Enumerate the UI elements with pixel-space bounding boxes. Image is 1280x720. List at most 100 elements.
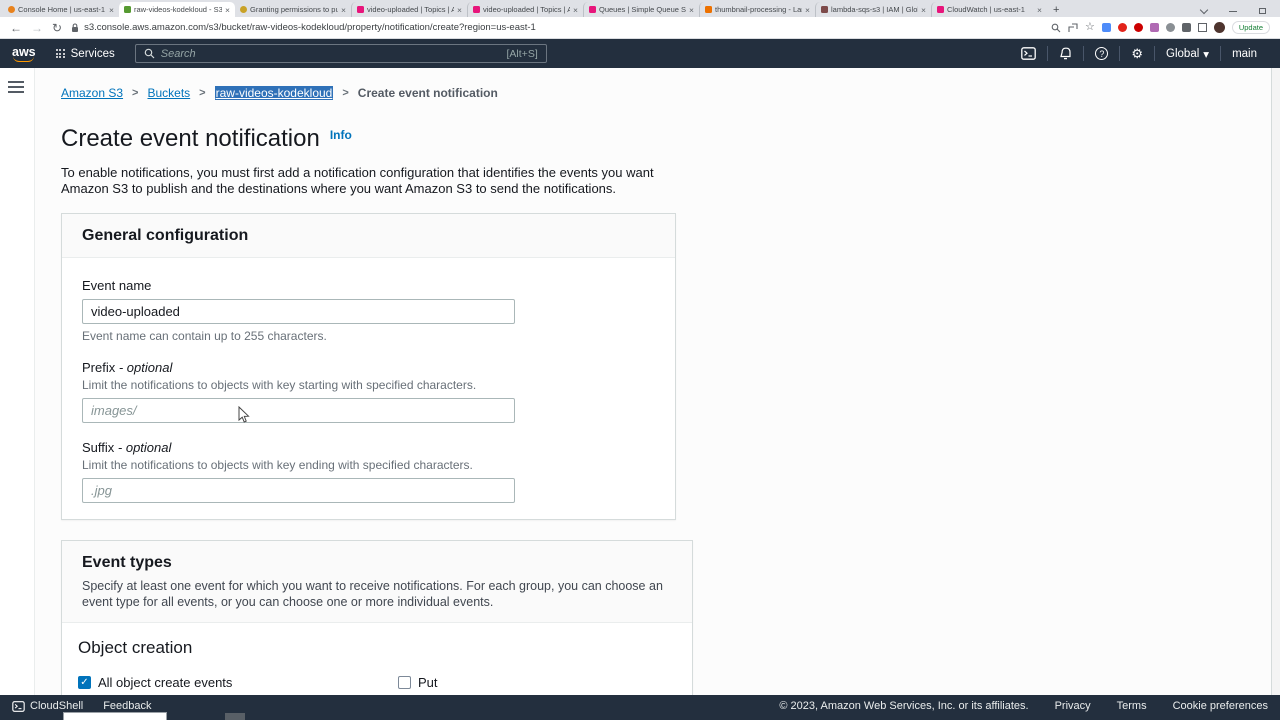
browser-tab[interactable]: video-uploaded | Topics | Ama × bbox=[467, 2, 583, 17]
tab-favicon-icon bbox=[589, 6, 596, 13]
breadcrumb-separator-icon: > bbox=[342, 87, 348, 99]
feedback-link[interactable]: Feedback bbox=[103, 700, 151, 712]
page-title: Create event notification Info bbox=[61, 125, 1280, 153]
forward-icon[interactable]: → bbox=[31, 22, 43, 34]
tab-close-icon[interactable]: × bbox=[689, 5, 694, 15]
all-object-create-events-checkbox[interactable]: ✓ All object create events bbox=[78, 675, 398, 690]
extensions-puzzle-icon[interactable] bbox=[1182, 23, 1191, 32]
account-menu[interactable]: main bbox=[1221, 39, 1268, 68]
back-icon[interactable]: ← bbox=[10, 22, 22, 34]
browser-update-button[interactable]: Update bbox=[1232, 21, 1270, 34]
tab-favicon-icon bbox=[357, 6, 364, 13]
tab-close-icon[interactable]: × bbox=[109, 5, 114, 15]
cloudshell-button[interactable] bbox=[1010, 39, 1047, 68]
tab-favicon-icon bbox=[705, 6, 712, 13]
services-menu[interactable]: Services bbox=[56, 48, 115, 60]
bookmark-star-icon[interactable]: ☆ bbox=[1085, 22, 1095, 33]
breadcrumb-separator-icon: > bbox=[132, 87, 138, 99]
search-shortcut: [Alt+S] bbox=[507, 48, 538, 60]
tab-close-icon[interactable]: × bbox=[225, 5, 230, 15]
extension-icon[interactable] bbox=[1150, 23, 1159, 32]
browser-tab[interactable]: thumbnail-processing - Lambda × bbox=[699, 2, 815, 17]
new-tab-button[interactable]: + bbox=[1053, 4, 1059, 16]
suffix-group: Suffix - optional Limit the notification… bbox=[82, 440, 655, 503]
zoom-icon[interactable] bbox=[1051, 23, 1061, 33]
side-panel-strip bbox=[0, 68, 35, 695]
hamburger-menu-icon[interactable] bbox=[8, 81, 24, 96]
breadcrumb-buckets[interactable]: Buckets bbox=[147, 86, 190, 100]
extension-icon[interactable] bbox=[1166, 23, 1175, 32]
object-creation-heading: Object creation bbox=[78, 638, 676, 658]
extension-icon[interactable] bbox=[1134, 23, 1143, 32]
cloudshell-terminal-icon bbox=[1021, 47, 1036, 60]
prefix-input[interactable] bbox=[82, 398, 515, 423]
suffix-input[interactable] bbox=[82, 478, 515, 503]
services-grid-icon bbox=[56, 49, 65, 58]
prefix-group: Prefix - optional Limit the notification… bbox=[82, 360, 655, 423]
browser-tab[interactable]: video-uploaded | Topics | Ama × bbox=[351, 2, 467, 17]
url-text: s3.console.aws.amazon.com/s3/bucket/raw-… bbox=[84, 22, 536, 33]
address-bar[interactable]: s3.console.aws.amazon.com/s3/bucket/raw-… bbox=[71, 22, 1042, 33]
profile-frame-icon[interactable] bbox=[1198, 23, 1207, 32]
nav-right-cluster: ? ⚙ Global ▾ main bbox=[1010, 39, 1268, 68]
breadcrumb-current-page: Create event notification bbox=[358, 86, 498, 100]
tab-favicon-icon bbox=[124, 6, 131, 13]
gear-icon: ⚙ bbox=[1131, 47, 1143, 60]
browser-tab[interactable]: lambda-sqs-s3 | IAM | Global × bbox=[815, 2, 931, 17]
cloudshell-footer-button[interactable]: CloudShell bbox=[12, 700, 83, 712]
window-controls bbox=[1201, 8, 1280, 17]
maximize-icon[interactable] bbox=[1259, 8, 1266, 14]
tab-title: lambda-sqs-s3 | IAM | Global bbox=[831, 5, 918, 14]
browser-tab[interactable]: raw-videos-kodekloud - S3 bu × bbox=[119, 2, 235, 17]
browser-tab[interactable]: Console Home | us-east-1 × bbox=[3, 2, 119, 17]
right-panel-strip bbox=[1271, 68, 1280, 695]
help-button[interactable]: ? bbox=[1084, 39, 1119, 68]
notifications-button[interactable] bbox=[1048, 39, 1083, 68]
checkbox-icon: ✓ bbox=[398, 676, 411, 689]
tab-title: CloudWatch | us-east-1 bbox=[947, 5, 1034, 14]
settings-button[interactable]: ⚙ bbox=[1120, 39, 1154, 68]
breadcrumb-amazon-s3[interactable]: Amazon S3 bbox=[61, 86, 123, 100]
reload-icon[interactable]: ↻ bbox=[52, 22, 62, 34]
tab-title: Queues | Simple Queue Servic bbox=[599, 5, 686, 14]
tab-close-icon[interactable]: × bbox=[573, 5, 578, 15]
event-name-input[interactable] bbox=[82, 299, 515, 324]
browser-tab[interactable]: CloudWatch | us-east-1 × bbox=[931, 2, 1047, 17]
put-checkbox[interactable]: ✓ Put bbox=[398, 675, 676, 690]
aws-logo[interactable]: aws bbox=[12, 45, 36, 62]
bell-icon bbox=[1059, 47, 1072, 61]
tab-close-icon[interactable]: × bbox=[921, 5, 926, 15]
extension-icon[interactable] bbox=[1102, 23, 1111, 32]
browser-tab[interactable]: Queues | Simple Queue Servic × bbox=[583, 2, 699, 17]
tab-favicon-icon bbox=[240, 6, 247, 13]
browser-tab[interactable]: Granting permissions to publi × bbox=[235, 2, 351, 17]
checkbox-label: All object create events bbox=[98, 675, 232, 690]
browser-avatar[interactable] bbox=[1214, 22, 1225, 33]
privacy-link[interactable]: Privacy bbox=[1055, 700, 1091, 712]
terms-link[interactable]: Terms bbox=[1117, 700, 1147, 712]
cookie-preferences-link[interactable]: Cookie preferences bbox=[1173, 700, 1268, 712]
page-description: To enable notifications, you must first … bbox=[61, 165, 658, 198]
tab-close-icon[interactable]: × bbox=[805, 5, 810, 15]
share-icon[interactable] bbox=[1068, 23, 1078, 33]
region-label: Global bbox=[1166, 48, 1199, 60]
tab-close-icon[interactable]: × bbox=[1037, 5, 1042, 15]
event-types-header: Event types Specify at least one event f… bbox=[62, 541, 692, 624]
aws-search-box[interactable]: Search [Alt+S] bbox=[135, 44, 547, 63]
page-title-text: Create event notification bbox=[61, 125, 320, 152]
info-link[interactable]: Info bbox=[330, 128, 352, 142]
event-name-group: Event name Event name can contain up to … bbox=[82, 278, 655, 343]
extension-icon[interactable] bbox=[1118, 23, 1127, 32]
checkbox-label: Put bbox=[418, 675, 438, 690]
tab-title: thumbnail-processing - Lambda bbox=[715, 5, 802, 14]
breadcrumb-separator-icon: > bbox=[199, 87, 205, 99]
cloudshell-terminal-icon bbox=[12, 701, 25, 712]
event-types-description: Specify at least one event for which you… bbox=[82, 578, 674, 611]
tab-close-icon[interactable]: × bbox=[457, 5, 462, 15]
region-selector[interactable]: Global ▾ bbox=[1155, 39, 1220, 68]
tab-search-icon[interactable] bbox=[1200, 5, 1208, 13]
minimize-icon[interactable] bbox=[1229, 11, 1237, 12]
breadcrumb-bucket-name-selected[interactable]: raw-videos-kodekloud bbox=[215, 86, 334, 100]
tab-close-icon[interactable]: × bbox=[341, 5, 346, 15]
checkbox-item: ✓ All object create events s3:ObjectCrea… bbox=[78, 675, 398, 695]
